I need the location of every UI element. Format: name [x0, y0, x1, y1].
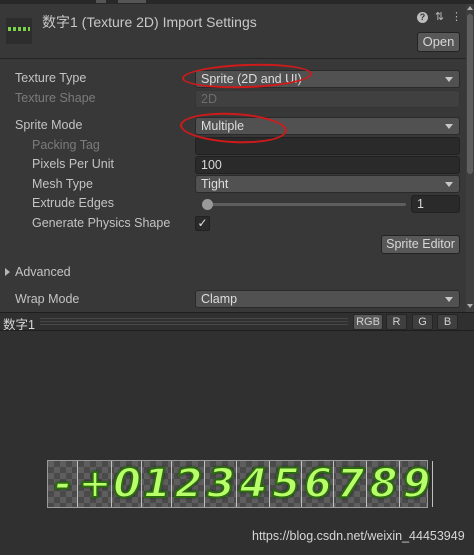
watermark-text: https://blog.csdn.net/weixin_44453949 — [252, 529, 465, 543]
sprite-mode-dropdown[interactable]: Multiple — [195, 117, 460, 135]
extrude-edges-slider-handle[interactable] — [202, 199, 213, 210]
wrap-mode-label: Wrap Mode — [15, 292, 80, 306]
channel-rgb-button[interactable]: RGB — [353, 314, 383, 330]
packing-tag-field[interactable] — [195, 137, 460, 155]
sprite-glyph: 3 — [206, 460, 236, 508]
import-settings-inspector: 数字1 (Texture 2D) Import Settings ? ⇅ ⋮ O… — [0, 0, 474, 312]
inspector-scrollbar[interactable] — [466, 4, 474, 312]
extrude-edges-slider-track[interactable] — [203, 203, 406, 206]
header-icons: ? ⇅ ⋮ — [417, 12, 462, 23]
help-icon[interactable]: ? — [417, 12, 428, 23]
preset-sliders-icon[interactable]: ⇅ — [434, 12, 445, 23]
texture-type-row: Texture Type Sprite (2D and UI) — [0, 69, 466, 89]
extrude-edges-field[interactable]: 1 — [411, 195, 460, 213]
texture-shape-value: 2D — [201, 92, 217, 106]
context-menu-icon[interactable]: ⋮ — [451, 12, 462, 23]
sprite-glyph: 6 — [303, 460, 333, 508]
sprite-glyph: 0 — [112, 460, 142, 508]
sprite-glyph: 9 — [402, 460, 432, 508]
wrap-mode-row: Wrap Mode Clamp — [0, 290, 466, 310]
texture-shape-dropdown: 2D — [195, 90, 460, 108]
texture-type-value: Sprite (2D and UI) — [201, 72, 302, 86]
chevron-down-icon — [445, 77, 453, 82]
mesh-type-value: Tight — [201, 177, 229, 191]
texture-preview-area: - +0 1 2 3 4 5 6 7 8 9 — [0, 331, 474, 555]
texture-shape-row: Texture Shape 2D — [0, 89, 466, 109]
sprite-mode-value: Multiple — [201, 119, 245, 133]
texture-thumbnail-icon — [6, 18, 32, 44]
sprite-glyph: 7 — [336, 460, 366, 508]
preview-toolbar: 数字1 RGB R G B — [0, 312, 474, 332]
advanced-label: Advanced — [15, 265, 71, 279]
window-title: 数字1 (Texture 2D) Import Settings — [42, 14, 257, 30]
texture-type-dropdown[interactable]: Sprite (2D and UI) — [195, 70, 460, 88]
sprite-mode-row: Sprite Mode Multiple — [0, 116, 466, 136]
header-divider — [0, 58, 466, 59]
sprite-glyph: - — [54, 460, 73, 508]
scroll-down-arrow-icon[interactable] — [467, 304, 473, 308]
sprite-glyph: 5 — [271, 460, 301, 508]
texture-type-label: Texture Type — [15, 71, 87, 85]
channel-g-button[interactable]: G — [412, 314, 433, 330]
sprite-sheet-preview: - +0 1 2 3 4 5 6 7 8 9 — [47, 460, 433, 508]
sprite-glyph: + — [77, 460, 113, 508]
sprite-glyph: 8 — [369, 460, 399, 508]
extrude-edges-value: 1 — [417, 197, 424, 211]
sprite-mode-label: Sprite Mode — [15, 118, 83, 132]
sprite-glyph: 2 — [174, 460, 204, 508]
preview-splitter-handle[interactable] — [40, 318, 348, 325]
wrap-mode-value: Clamp — [201, 292, 238, 306]
texture-shape-label: Texture Shape — [15, 91, 96, 105]
chevron-down-icon — [445, 297, 453, 302]
packing-tag-label: Packing Tag — [32, 138, 100, 152]
advanced-foldout[interactable]: Advanced — [0, 263, 466, 283]
chevron-down-icon — [445, 182, 453, 187]
wrap-mode-dropdown[interactable]: Clamp — [195, 290, 460, 308]
generate-physics-shape-row: Generate Physics Shape ✓ — [0, 214, 466, 234]
pixels-per-unit-field[interactable]: 100 — [195, 156, 460, 174]
mesh-type-dropdown[interactable]: Tight — [195, 175, 460, 193]
mesh-type-label: Mesh Type — [32, 177, 93, 191]
sprite-editor-button[interactable]: Sprite Editor — [381, 235, 460, 254]
channel-r-button[interactable]: R — [386, 314, 407, 330]
open-button[interactable]: Open — [417, 32, 460, 52]
sprite-glyph: 4 — [239, 460, 269, 508]
sprite-glyph: 1 — [142, 460, 172, 508]
pixels-per-unit-row: Pixels Per Unit 100 — [0, 155, 466, 175]
generate-physics-shape-label: Generate Physics Shape — [32, 216, 171, 230]
mesh-type-row: Mesh Type Tight — [0, 175, 466, 195]
scroll-up-arrow-icon[interactable] — [467, 6, 473, 10]
inspector-header: 数字1 (Texture 2D) Import Settings ? ⇅ ⋮ O… — [0, 4, 466, 56]
channel-b-button[interactable]: B — [437, 314, 458, 330]
extrude-edges-label: Extrude Edges — [32, 196, 114, 210]
packing-tag-row: Packing Tag — [0, 136, 466, 156]
chevron-down-icon — [445, 124, 453, 129]
extrude-edges-row: Extrude Edges 1 — [0, 194, 466, 214]
pixels-per-unit-label: Pixels Per Unit — [32, 157, 114, 171]
pixels-per-unit-value: 100 — [201, 158, 222, 172]
scrollbar-thumb[interactable] — [467, 14, 473, 174]
generate-physics-shape-checkbox[interactable]: ✓ — [195, 216, 210, 231]
